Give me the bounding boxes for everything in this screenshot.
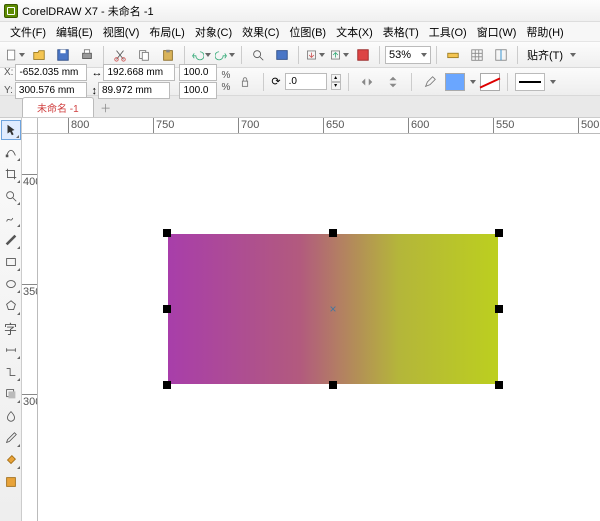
app-logo-icon — [4, 4, 18, 18]
resize-handle-bm[interactable] — [329, 381, 337, 389]
scale-x-field[interactable]: 100.0 — [179, 64, 217, 81]
zoom-field[interactable]: 53% — [385, 46, 431, 64]
resize-handle-tr[interactable] — [495, 229, 503, 237]
menu-window[interactable]: 窗口(W) — [473, 22, 521, 42]
resize-handle-br[interactable] — [495, 381, 503, 389]
resize-handle-mr[interactable] — [495, 305, 503, 313]
artistic-media-tool[interactable] — [1, 230, 21, 250]
x-field[interactable]: -652.035 mm — [15, 64, 87, 81]
document-tabs: 未命名 -1 ＋ — [0, 96, 600, 118]
width-icon: ↔ — [91, 67, 102, 79]
text-tool[interactable]: 字 — [1, 318, 21, 338]
rotation-icon: ⟳ — [271, 75, 280, 88]
menu-layout[interactable]: 布局(L) — [145, 22, 188, 42]
fullscreen-button[interactable] — [271, 44, 293, 66]
rotation-field[interactable]: .0 — [285, 73, 327, 90]
toolbox: 字 — [0, 118, 22, 521]
snap-button[interactable]: 贴齐(T) — [523, 47, 567, 63]
menu-tools[interactable]: 工具(O) — [425, 22, 471, 42]
open-button[interactable] — [28, 44, 50, 66]
stroke-style[interactable] — [515, 73, 545, 91]
width-field[interactable]: 192.668 mm — [103, 64, 175, 81]
rotation-spinner[interactable]: ▴▾ — [331, 74, 341, 90]
import-button[interactable] — [304, 44, 326, 66]
rulers-button[interactable] — [442, 44, 464, 66]
export-button[interactable] — [328, 44, 350, 66]
new-doc-tab[interactable]: ＋ — [96, 99, 116, 117]
zoom-value: 53% — [389, 49, 411, 61]
canvas[interactable]: × — [38, 134, 600, 521]
scale-y-field[interactable]: 100.0 — [179, 82, 217, 99]
menu-edit[interactable]: 编辑(E) — [52, 22, 97, 42]
horizontal-ruler[interactable]: 800 750 700 650 600 550 500 — [38, 118, 600, 134]
percent-label-2: % — [221, 82, 230, 93]
menu-table[interactable]: 表格(T) — [379, 22, 423, 42]
ellipse-tool[interactable] — [1, 274, 21, 294]
height-icon: ↕ — [91, 85, 97, 97]
smart-fill-tool[interactable] — [1, 472, 21, 492]
drop-shadow-tool[interactable] — [1, 384, 21, 404]
window-title: CorelDRAW X7 - 未命名 -1 — [22, 3, 154, 19]
shape-tool[interactable] — [1, 142, 21, 162]
y-label: Y: — [4, 85, 13, 96]
parallel-dim-tool[interactable] — [1, 340, 21, 360]
eyedropper-tool[interactable] — [1, 428, 21, 448]
mirror-v-button[interactable] — [382, 71, 404, 93]
pick-tool[interactable] — [1, 120, 21, 140]
interactive-fill-tool[interactable] — [1, 450, 21, 470]
redo-button[interactable] — [214, 44, 236, 66]
doc-tab-active[interactable]: 未命名 -1 — [22, 97, 94, 117]
ruler-origin[interactable] — [22, 118, 38, 134]
paste-button[interactable] — [157, 44, 179, 66]
grid-button[interactable] — [466, 44, 488, 66]
lock-ratio-button[interactable] — [234, 71, 256, 93]
selected-rectangle[interactable]: × — [168, 234, 498, 384]
property-bar: X: -652.035 mm Y: 300.576 mm ↔ 192.668 m… — [0, 68, 600, 96]
menu-object[interactable]: 对象(C) — [191, 22, 236, 42]
resize-handle-bl[interactable] — [163, 381, 171, 389]
freehand-tool[interactable] — [1, 208, 21, 228]
menu-view[interactable]: 视图(V) — [99, 22, 144, 42]
save-button[interactable] — [52, 44, 74, 66]
resize-handle-tm[interactable] — [329, 229, 337, 237]
crop-tool[interactable] — [1, 164, 21, 184]
height-field[interactable]: 89.972 mm — [98, 82, 170, 99]
title-bar: CorelDRAW X7 - 未命名 -1 — [0, 0, 600, 22]
menu-file[interactable]: 文件(F) — [6, 22, 50, 42]
standard-toolbar: 53% 贴齐(T) — [0, 42, 600, 68]
search-button[interactable] — [247, 44, 269, 66]
cut-button[interactable] — [109, 44, 131, 66]
x-label: X: — [4, 67, 13, 78]
copy-button[interactable] — [133, 44, 155, 66]
new-button[interactable] — [4, 44, 26, 66]
percent-label: % — [221, 70, 230, 81]
polygon-tool[interactable] — [1, 296, 21, 316]
no-fill-swatch[interactable] — [480, 73, 500, 91]
rectangle-tool[interactable] — [1, 252, 21, 272]
vertical-ruler[interactable]: 400 350 300 — [22, 134, 38, 521]
undo-button[interactable] — [190, 44, 212, 66]
mirror-h-button[interactable] — [356, 71, 378, 93]
resize-handle-tl[interactable] — [163, 229, 171, 237]
menu-help[interactable]: 帮助(H) — [522, 22, 567, 42]
resize-handle-ml[interactable] — [163, 305, 171, 313]
zoom-tool[interactable] — [1, 186, 21, 206]
menu-bitmap[interactable]: 位图(B) — [285, 22, 330, 42]
menu-effect[interactable]: 效果(C) — [238, 22, 283, 42]
guides-button[interactable] — [490, 44, 512, 66]
selection-center-icon[interactable]: × — [329, 302, 336, 316]
print-button[interactable] — [76, 44, 98, 66]
menu-text[interactable]: 文本(X) — [332, 22, 377, 42]
transparency-tool[interactable] — [1, 406, 21, 426]
publish-button[interactable] — [352, 44, 374, 66]
fill-swatch[interactable] — [445, 73, 465, 91]
connector-tool[interactable] — [1, 362, 21, 382]
menu-bar: 文件(F) 编辑(E) 视图(V) 布局(L) 对象(C) 效果(C) 位图(B… — [0, 22, 600, 42]
outline-pen-button[interactable] — [419, 71, 441, 93]
